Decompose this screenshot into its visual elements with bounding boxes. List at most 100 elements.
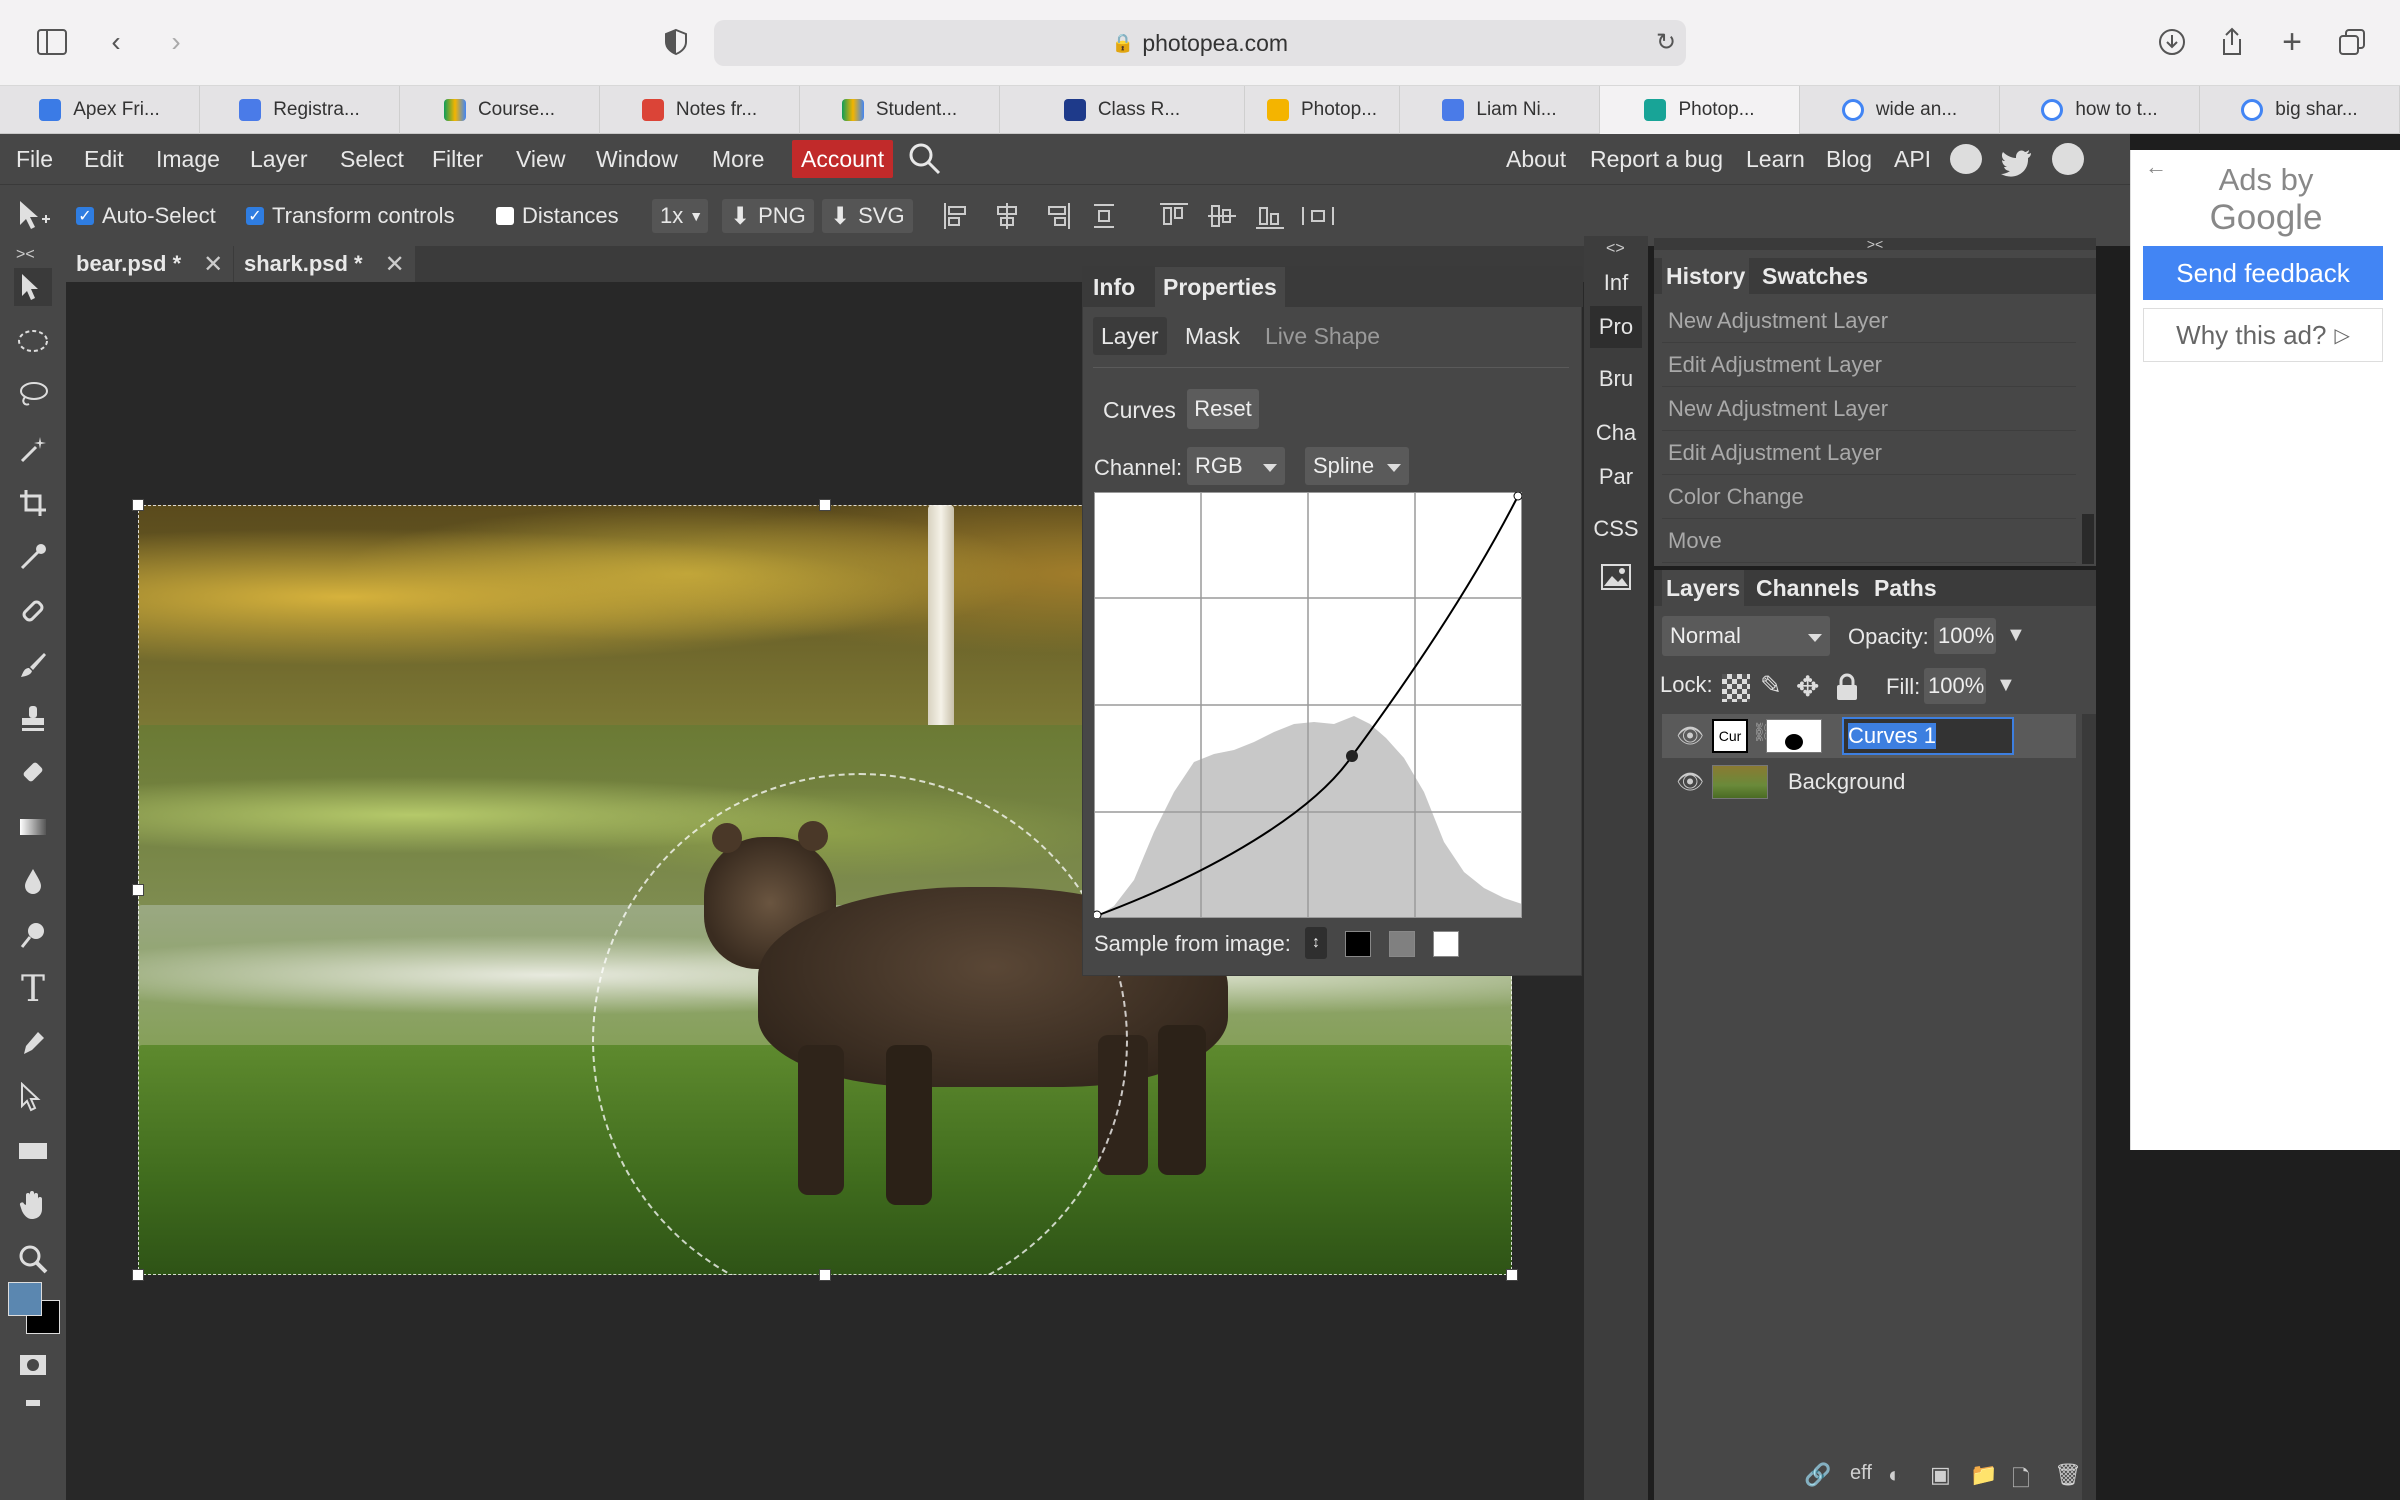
link-layers-icon[interactable]: 🔗 — [1804, 1462, 1831, 1488]
menu-image[interactable]: Image — [156, 134, 220, 184]
close-icon[interactable]: ✕ — [203, 250, 223, 279]
send-feedback-button[interactable]: Send feedback — [2143, 246, 2383, 300]
transform-handle[interactable] — [132, 884, 144, 896]
eye-icon[interactable]: 👁 — [1676, 723, 1704, 749]
lock-transparency-icon[interactable] — [1722, 674, 1750, 702]
reddit-icon[interactable] — [1950, 144, 1982, 174]
marquee-tool-icon[interactable] — [14, 322, 52, 360]
crop-tool-icon[interactable] — [14, 484, 52, 522]
layer-effects-button[interactable]: eff — [1850, 1462, 1872, 1485]
magic-wand-tool-icon[interactable] — [14, 430, 52, 468]
history-item[interactable]: Color Change — [1662, 476, 2076, 519]
export-svg-button[interactable]: ⬇ SVG — [822, 199, 913, 233]
history-item[interactable]: New Adjustment Layer — [1662, 388, 2076, 431]
delete-layer-icon[interactable]: 🗑 — [2054, 1462, 2082, 1488]
back-icon[interactable]: ‹ — [96, 22, 136, 62]
dock-properties-button[interactable]: Pro — [1590, 306, 1642, 348]
browser-tab[interactable]: how to t... — [2000, 86, 2200, 134]
history-item[interactable]: Edit Adjustment Layer — [1662, 344, 2076, 387]
subtab-mask[interactable]: Mask — [1185, 317, 1240, 355]
menu-view[interactable]: View — [516, 134, 565, 184]
fill-input[interactable]: 100% — [1924, 668, 1986, 704]
align-top-icon[interactable] — [1158, 199, 1190, 233]
menu-learn[interactable]: Learn — [1746, 134, 1805, 184]
type-tool-icon[interactable]: T — [14, 969, 52, 1010]
clone-stamp-tool-icon[interactable] — [14, 700, 52, 738]
menu-api[interactable]: API — [1894, 134, 1931, 184]
lock-position-icon[interactable]: ✥ — [1796, 670, 1819, 703]
menu-edit[interactable]: Edit — [84, 134, 124, 184]
align-bottom-icon[interactable] — [1254, 199, 1286, 233]
align-middle-icon[interactable] — [1206, 199, 1238, 233]
transform-handle[interactable] — [819, 1269, 831, 1281]
expand-icon[interactable]: <> — [1606, 240, 1625, 258]
menu-select[interactable]: Select — [340, 134, 404, 184]
black-point-eyedropper[interactable] — [1345, 931, 1371, 957]
sample-size-stepper[interactable]: ↕ — [1305, 927, 1327, 959]
menu-file[interactable]: File — [16, 134, 53, 184]
lasso-tool-icon[interactable] — [14, 376, 52, 414]
menu-report-bug[interactable]: Report a bug — [1590, 134, 1723, 184]
layers-scrollbar[interactable] — [2082, 714, 2096, 1500]
history-item[interactable]: Move — [1662, 520, 2076, 563]
layer-name-input[interactable]: Curves 1 — [1842, 717, 2014, 755]
foreground-color-swatch[interactable] — [8, 1282, 42, 1316]
dock-brush-button[interactable]: Bru — [1590, 358, 1642, 400]
healing-brush-tool-icon[interactable] — [14, 592, 52, 630]
menu-filter[interactable]: Filter — [432, 134, 483, 184]
align-right-icon[interactable] — [1042, 199, 1072, 233]
new-folder-icon[interactable]: 📁 — [1970, 1462, 1997, 1488]
history-item[interactable]: Edit Adjustment Layer — [1662, 432, 2076, 475]
distribute-v-icon[interactable] — [1300, 199, 1336, 233]
doc-tab-shark[interactable]: shark.psd * ✕ — [234, 246, 415, 282]
transform-handle[interactable] — [819, 499, 831, 511]
export-png-button[interactable]: ⬇ PNG — [722, 199, 814, 233]
sidebar-toggle-icon[interactable] — [32, 22, 72, 62]
tab-info[interactable]: Info — [1093, 274, 1135, 301]
move-tool-icon[interactable] — [14, 268, 52, 306]
opacity-dropdown-icon[interactable]: ▼ — [2006, 624, 2026, 647]
new-layer-icon[interactable]: 🗋 — [2012, 1462, 2030, 1500]
reload-icon[interactable]: ↻ — [1646, 22, 1686, 62]
account-button[interactable]: Account — [792, 140, 894, 178]
auto-select-checkbox[interactable]: ✓ Auto-Select — [76, 199, 216, 233]
zoom-tool-icon[interactable] — [14, 1240, 52, 1278]
tab-history[interactable]: History — [1662, 258, 1750, 294]
download-icon[interactable] — [2152, 22, 2192, 62]
layer-mask-thumbnail[interactable] — [1766, 719, 1822, 753]
collapse-icon[interactable]: >< — [16, 246, 35, 264]
rectangle-tool-icon[interactable] — [14, 1132, 52, 1170]
browser-tab[interactable]: Registra... — [200, 86, 400, 134]
facebook-icon[interactable] — [2052, 143, 2084, 175]
blend-mode-select[interactable]: Normal — [1662, 616, 1830, 656]
browser-tab[interactable]: Student... — [800, 86, 1000, 134]
browser-tab[interactable]: Class R... — [1000, 86, 1245, 134]
menu-blog[interactable]: Blog — [1826, 134, 1872, 184]
curve-mode-select[interactable]: Spline — [1305, 447, 1409, 485]
menu-window[interactable]: Window — [596, 134, 678, 184]
dock-paragraph-button[interactable]: Par — [1590, 456, 1642, 498]
browser-tab[interactable]: Liam Ni... — [1400, 86, 1600, 134]
tab-channels[interactable]: Channels — [1756, 570, 1860, 606]
dock-css-button[interactable]: CSS — [1590, 508, 1642, 550]
dock-info-button[interactable]: Inf — [1590, 262, 1642, 304]
tab-properties[interactable]: Properties — [1155, 267, 1285, 307]
dodge-tool-icon[interactable] — [14, 916, 52, 954]
distances-checkbox[interactable]: Distances — [496, 199, 619, 233]
fill-dropdown-icon[interactable]: ▼ — [1996, 674, 2016, 697]
layer-row-background[interactable]: 👁 Background — [1662, 760, 2076, 804]
tab-layers[interactable]: Layers — [1662, 570, 1745, 606]
distribute-h-icon[interactable] — [1092, 199, 1116, 233]
new-tab-icon[interactable]: + — [2272, 22, 2312, 62]
share-icon[interactable] — [2212, 22, 2252, 62]
gray-point-eyedropper[interactable] — [1389, 931, 1415, 957]
address-bar[interactable]: 🔒 photopea.com — [714, 20, 1686, 66]
path-selection-tool-icon[interactable] — [14, 1078, 52, 1116]
forward-icon[interactable]: › — [156, 22, 196, 62]
shield-icon[interactable] — [656, 22, 696, 62]
align-left-icon[interactable] — [942, 199, 972, 233]
transform-handle[interactable] — [1506, 1269, 1518, 1281]
eraser-tool-icon[interactable] — [14, 754, 52, 792]
collapse-icon[interactable]: >< — [1654, 237, 2096, 251]
add-mask-icon[interactable]: ▣ — [1930, 1462, 1951, 1488]
